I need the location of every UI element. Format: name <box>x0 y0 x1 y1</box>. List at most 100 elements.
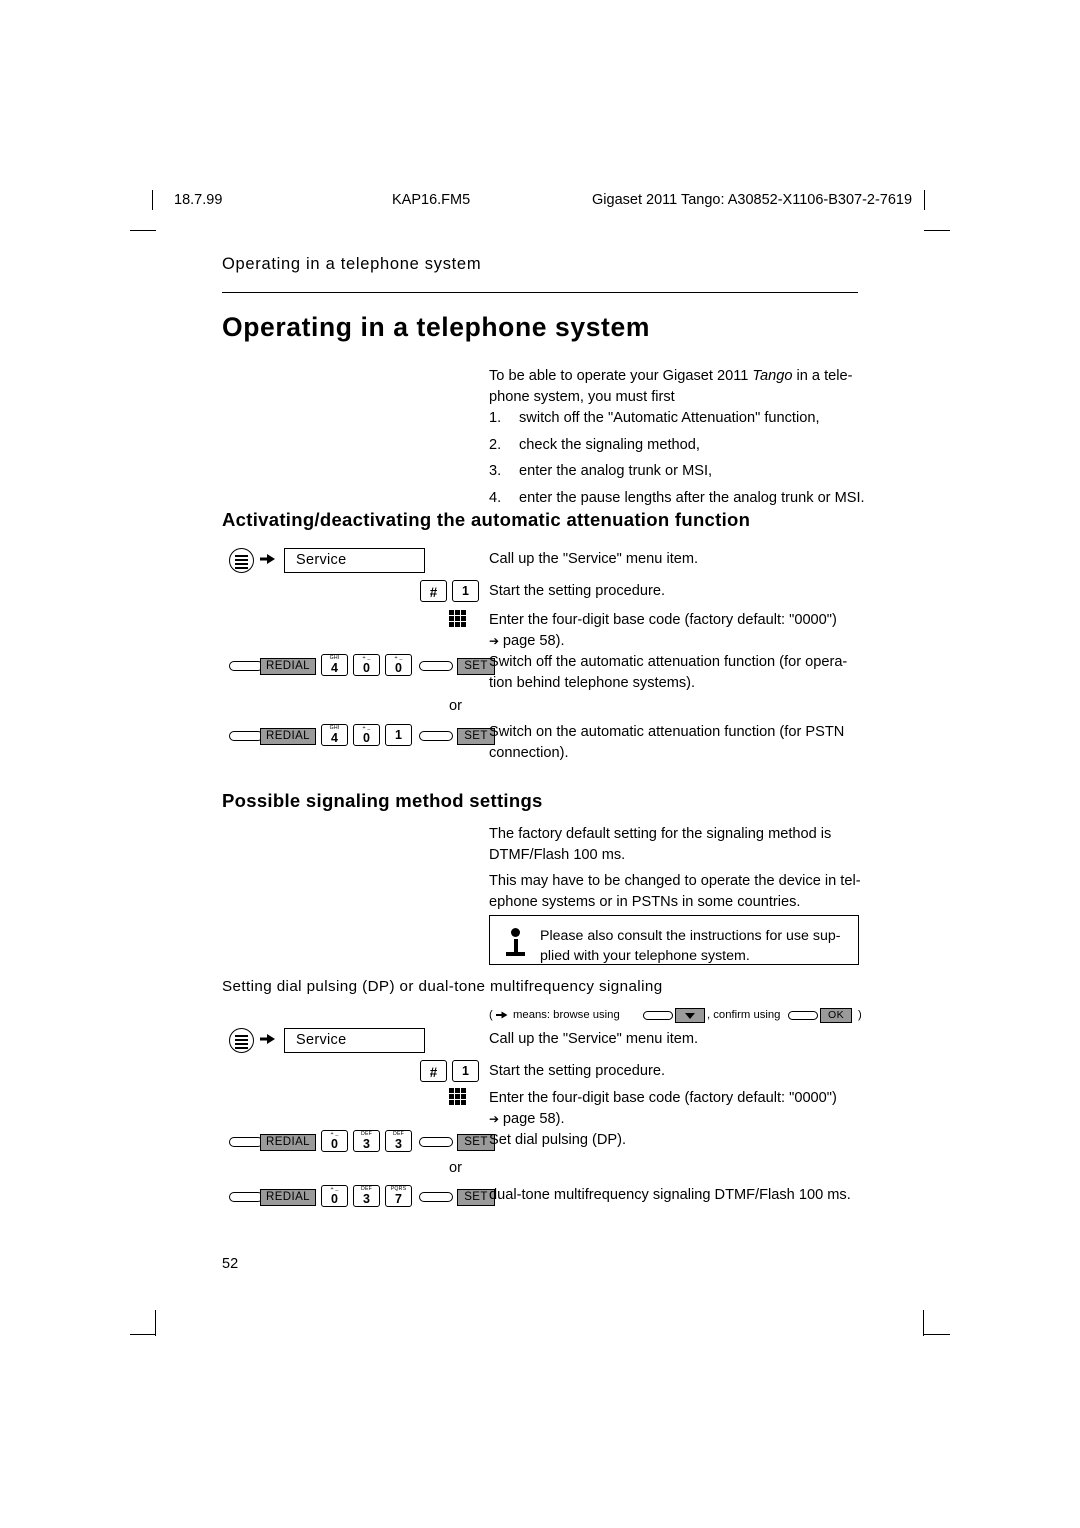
redial-button-1[interactable]: REDIAL <box>260 658 316 675</box>
signaling-para2-line1: This may have to be changed to operate t… <box>489 873 861 889</box>
step-row-basecode-2: Enter the four-digit base code (factory … <box>449 1086 889 1130</box>
key-4-a[interactable]: GHI 4 <box>321 654 348 676</box>
step-text-attenuation-off-1: Switch off the automatic attenuation fun… <box>489 654 848 670</box>
key-hash-2[interactable]: # <box>420 1060 447 1082</box>
or-label-1: or <box>449 698 462 714</box>
step-text-service-2: Call up the "Service" menu item. <box>489 1031 699 1047</box>
softkey-right-1[interactable] <box>419 661 453 671</box>
keypad-icon[interactable] <box>449 610 466 632</box>
softkey-left-4[interactable] <box>229 1192 263 1202</box>
menu-icon-2[interactable] <box>229 1028 254 1053</box>
display-service-1: Service <box>284 548 425 573</box>
key-0-b-label: 0 <box>395 661 402 675</box>
note-text-line1: Please also consult the instructions for… <box>540 928 841 944</box>
key-0-d[interactable]: + _ 0 <box>321 1130 348 1152</box>
key-0-a-label: 0 <box>363 661 370 675</box>
signaling-para2-line2: ephone systems or in PSTNs in some count… <box>489 893 801 910</box>
signaling-para1-line2: DTMF/Flash 100 ms. <box>489 846 626 863</box>
key-0-d-label: 0 <box>331 1137 338 1151</box>
signaling-paragraph-1: The factory default setting for the sign… <box>489 824 869 865</box>
crop-mark-bottom-right-v <box>923 1310 925 1336</box>
key-3-a[interactable]: DEF 3 <box>353 1130 380 1152</box>
crop-mark-bottom-left-h <box>130 1334 156 1336</box>
legend-down-button[interactable] <box>675 1008 705 1023</box>
key-0-c[interactable]: + _ 0 <box>353 724 380 746</box>
legend-softkey-right[interactable] <box>788 1011 818 1020</box>
legend-open-paren: ( <box>489 1009 493 1021</box>
keypad-icon-2[interactable] <box>449 1088 466 1110</box>
step-row-dial-pulsing: REDIAL + _ 0 DEF 3 DEF 3 SET Set dial pu… <box>229 1130 879 1170</box>
crop-mark-top-left <box>130 230 156 232</box>
step-row-basecode-1: Enter the four-digit base code (factory … <box>449 608 889 652</box>
page-title: Operating in a telephone system <box>222 312 650 342</box>
info-icon <box>506 928 526 958</box>
softkey-right-4[interactable] <box>419 1192 453 1202</box>
step-row-attenuation-on: REDIAL GHI 4 + _ 0 1 SET Switch on the a… <box>229 724 879 764</box>
softkey-right-2[interactable] <box>419 731 453 741</box>
signaling-paragraph-2: This may have to be changed to operate t… <box>489 871 869 912</box>
redial-button-4[interactable]: REDIAL <box>260 1189 316 1206</box>
step-number: 3. <box>489 463 502 479</box>
page-number: 52 <box>222 1256 239 1272</box>
browse-arrow-icon <box>260 552 277 566</box>
step-row-hash-one-1: # 1 Start the setting procedure. <box>420 580 870 606</box>
redial-button-3[interactable]: REDIAL <box>260 1134 316 1151</box>
key-1-a[interactable]: 1 <box>385 724 412 746</box>
key-7-a[interactable]: PQRS 7 <box>385 1185 412 1207</box>
step-text-basecode-2: Enter the four-digit base code (factory … <box>489 1090 837 1106</box>
crop-mark-top-right <box>924 230 950 232</box>
key-one-2[interactable]: 1 <box>452 1060 479 1082</box>
step-text: enter the analog trunk or MSI, <box>519 463 713 479</box>
running-head: Operating in a telephone system <box>222 255 482 273</box>
intro-product-italic: Tango <box>752 368 793 384</box>
legend-arrow-icon <box>496 1010 509 1023</box>
key-3-c[interactable]: DEF 3 <box>353 1185 380 1207</box>
step-text-dtmf: dual-tone multifrequency signaling DTMF/… <box>489 1187 851 1203</box>
steps-list: 1. switch off the "Automatic Attenuation… <box>489 405 879 511</box>
key-one-1[interactable]: 1 <box>452 580 479 602</box>
ok-button[interactable]: OK <box>820 1008 852 1023</box>
softkey-right-3[interactable] <box>419 1137 453 1147</box>
key-4-b-label: 4 <box>331 731 338 745</box>
key-0-b[interactable]: + _ 0 <box>385 654 412 676</box>
header-date: 18.7.99 <box>174 192 223 208</box>
key-4-b[interactable]: GHI 4 <box>321 724 348 746</box>
key-1-a-label: 1 <box>395 728 402 742</box>
menu-icon[interactable] <box>229 548 254 573</box>
legend-means-text: means: browse using <box>513 1009 620 1021</box>
softkey-left-2[interactable] <box>229 731 263 741</box>
header-rule-right <box>924 190 925 210</box>
intro-paragraph: To be able to operate your Gigaset 2011 … <box>489 366 869 407</box>
step-text: switch off the "Automatic Attenuation" f… <box>519 410 820 426</box>
key-0-c-label: 0 <box>363 731 370 745</box>
redial-button-2[interactable]: REDIAL <box>260 728 316 745</box>
step-row-hash-one-2: # 1 Start the setting procedure. <box>420 1060 870 1086</box>
step-row-dtmf: REDIAL + _ 0 DEF 3 PQRS 7 SET dual-tone … <box>229 1185 879 1225</box>
step-row-service-2: Service Call up the "Service" menu item. <box>229 1028 869 1054</box>
header-rule-left <box>152 190 153 210</box>
step-text-service-1: Call up the "Service" menu item. <box>489 551 699 567</box>
key-0-e[interactable]: + _ 0 <box>321 1185 348 1207</box>
key-one-label-2: 1 <box>462 1064 469 1078</box>
list-item: 2. check the signaling method, <box>489 432 879 459</box>
step-text-hash-one-1: Start the setting procedure. <box>489 583 666 599</box>
key-3-b[interactable]: DEF 3 <box>385 1130 412 1152</box>
key-3-b-label: 3 <box>395 1137 402 1151</box>
softkey-left-1[interactable] <box>229 661 263 671</box>
display-service-2: Service <box>284 1028 425 1053</box>
signaling-para1-line1: The factory default setting for the sign… <box>489 826 832 842</box>
intro-text-2: in a tele- <box>792 368 853 384</box>
key-hash-1[interactable]: # <box>420 580 447 602</box>
crop-mark-bottom-right-h <box>924 1334 950 1336</box>
key-0-a[interactable]: + _ 0 <box>353 654 380 676</box>
page-ref-arrow-icon: ➔ <box>489 633 503 648</box>
step-text-basecode-1: Enter the four-digit base code (factory … <box>489 612 837 628</box>
legend-row: ( means: browse using , confirm using OK… <box>489 1007 869 1023</box>
softkey-left-3[interactable] <box>229 1137 263 1147</box>
section-heading-signaling: Possible signaling method settings <box>222 790 543 811</box>
step-text: check the signaling method, <box>519 436 700 453</box>
step-text-attenuation-off-2: tion behind telephone systems). <box>489 674 696 691</box>
key-one-label: 1 <box>462 584 469 598</box>
legend-softkey-left[interactable] <box>643 1011 673 1020</box>
intro-text-1: To be able to operate your Gigaset 2011 <box>489 368 753 384</box>
